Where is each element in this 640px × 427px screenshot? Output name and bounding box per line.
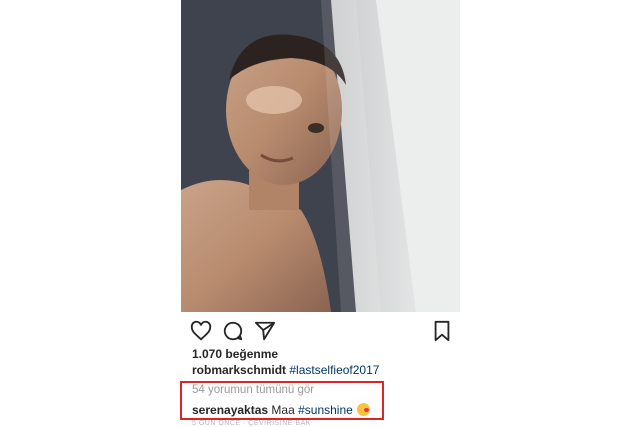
caption-hashtag[interactable]: #lastselfieof2017 xyxy=(289,363,379,377)
paper-plane-icon[interactable] xyxy=(254,320,276,342)
post-caption: robmarkschmidt #lastselfieof2017 xyxy=(192,363,379,377)
action-bar xyxy=(181,316,460,344)
comment-bubble-icon[interactable] xyxy=(222,320,244,342)
comment-highlight-box xyxy=(180,381,384,420)
post-timestamp: 5 GÜN ÖNCE · ÇEVİRİSİNE BAK xyxy=(192,420,311,427)
likes-count[interactable]: 1.070 beğenme xyxy=(192,347,278,361)
post-photo[interactable] xyxy=(181,0,460,312)
bookmark-icon[interactable] xyxy=(431,320,453,342)
caption-username[interactable]: robmarkschmidt xyxy=(192,363,286,377)
heart-icon[interactable] xyxy=(190,320,212,342)
instagram-post: 1.070 beğenme robmarkschmidt #lastselfie… xyxy=(181,0,460,427)
